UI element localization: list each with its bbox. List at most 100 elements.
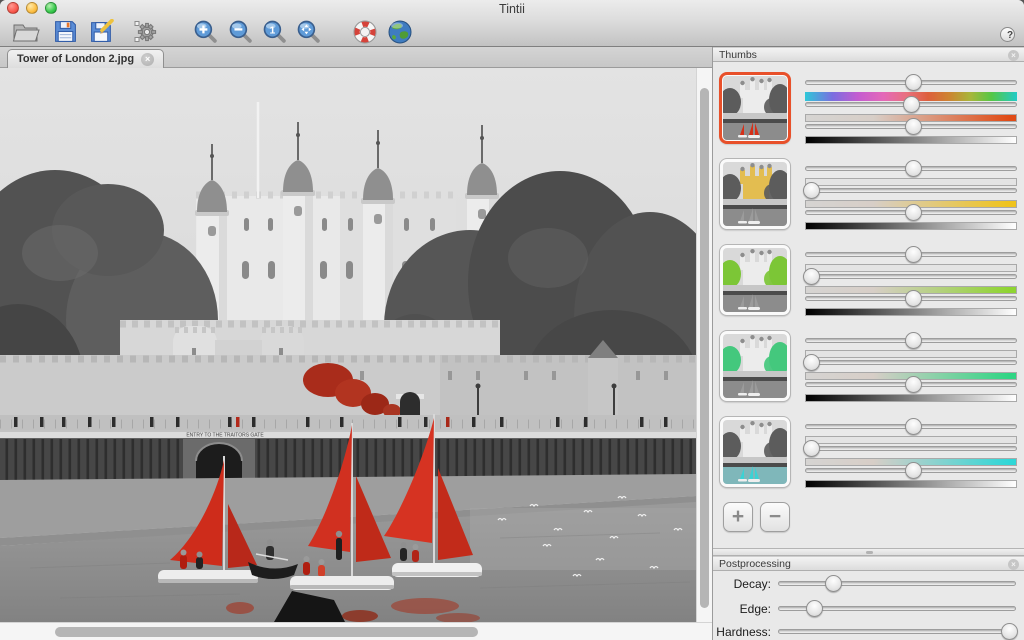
hue-slider[interactable]: [805, 418, 1017, 435]
lightness-slider[interactable]: [805, 376, 1017, 393]
lightness-slider-knob[interactable]: [905, 204, 922, 221]
photo-embankment: [0, 415, 696, 430]
zoom-out-button[interactable]: [225, 17, 256, 46]
hardness-label: Hardness:: [713, 625, 771, 639]
hardness-slider-row: Hardness:: [713, 623, 1024, 640]
postprocessing-panel: Decay: Edge: Hardness:: [713, 571, 1024, 640]
saturation-slider[interactable]: [805, 182, 1017, 199]
lightness-slider[interactable]: [805, 290, 1017, 307]
lightness-slider[interactable]: [805, 118, 1017, 135]
saturation-slider[interactable]: [805, 354, 1017, 371]
website-globe-button[interactable]: [384, 17, 415, 46]
settings-button[interactable]: [130, 17, 161, 46]
panel-splitter[interactable]: [713, 548, 1024, 556]
save-floppy-icon: [53, 19, 78, 44]
help-lifebuoy-button[interactable]: [349, 17, 380, 46]
lightness-slider[interactable]: [805, 204, 1017, 221]
globe-icon: [387, 19, 413, 45]
decay-label: Decay:: [713, 577, 771, 591]
svg-text:1: 1: [270, 26, 276, 37]
zoom-actual-button[interactable]: 1: [259, 17, 290, 46]
horizontal-scrollbar[interactable]: [0, 622, 712, 640]
thumb-preview[interactable]: [719, 330, 791, 402]
zoom-in-button[interactable]: [190, 17, 221, 46]
saturation-slider-knob[interactable]: [803, 440, 820, 457]
remove-thumb-button[interactable]: −: [760, 502, 790, 532]
save-button[interactable]: [50, 17, 81, 46]
hue-slider[interactable]: [805, 74, 1017, 91]
hue-slider-knob[interactable]: [905, 74, 922, 91]
edge-slider-row: Edge:: [713, 600, 1024, 617]
magnifier-fit-icon: [296, 19, 321, 44]
hue-slider-knob[interactable]: [905, 160, 922, 177]
lightness-slider-knob[interactable]: [905, 376, 922, 393]
tab-label: Tower of London 2.jpg: [17, 53, 134, 65]
thumb-preview-image: [723, 248, 787, 312]
zoom-fit-button[interactable]: [293, 17, 324, 46]
tab-close-icon[interactable]: ×: [141, 53, 154, 66]
hue-slider[interactable]: [805, 246, 1017, 263]
save-as-floppy-pencil-icon: [89, 19, 114, 44]
magnifier-one-icon: 1: [262, 19, 287, 44]
magnifier-minus-icon: [228, 19, 253, 44]
vertical-scrollbar[interactable]: [696, 68, 712, 622]
thumbs-panel-header: Thumbs ×: [713, 47, 1024, 62]
thumb-preview[interactable]: [719, 244, 791, 316]
thumb-preview[interactable]: [719, 158, 791, 230]
saturation-slider-track[interactable]: [805, 360, 1017, 365]
hardness-slider-knob[interactable]: [1001, 623, 1018, 640]
saturation-slider[interactable]: [805, 268, 1017, 285]
lifebuoy-icon: [352, 19, 378, 45]
lightness-gradient-strip: [805, 136, 1017, 144]
thumb-entry: [719, 72, 1019, 148]
saturation-slider-knob[interactable]: [803, 182, 820, 199]
hue-slider-knob[interactable]: [905, 418, 922, 435]
decay-slider-track[interactable]: [778, 581, 1016, 586]
help-button[interactable]: ?: [1000, 27, 1015, 42]
save-as-button[interactable]: [86, 17, 117, 46]
postprocessing-panel-header: Postprocessing ×: [713, 556, 1024, 571]
thumb-entry: [719, 244, 1019, 320]
image-canvas[interactable]: ENTRY TO THE TRAITORS GATE: [0, 68, 712, 640]
horizontal-scrollbar-thumb[interactable]: [55, 627, 478, 637]
saturation-slider-track[interactable]: [805, 446, 1017, 451]
photo-wharf: ENTRY TO THE TRAITORS GATE: [0, 430, 696, 439]
saturation-slider-knob[interactable]: [803, 354, 820, 371]
lightness-gradient-strip: [805, 308, 1017, 316]
window-title: Tintii: [0, 2, 1024, 16]
magnifier-plus-icon: [193, 19, 218, 44]
saturation-slider[interactable]: [805, 96, 1017, 113]
hue-slider-knob[interactable]: [905, 332, 922, 349]
thumb-preview-image: [723, 334, 787, 398]
hardness-slider-track[interactable]: [778, 629, 1016, 634]
lightness-slider[interactable]: [805, 462, 1017, 479]
thumb-preview[interactable]: [719, 72, 791, 144]
hue-slider[interactable]: [805, 160, 1017, 177]
side-panel: Thumbs ×: [712, 47, 1024, 640]
saturation-slider[interactable]: [805, 440, 1017, 457]
vertical-scrollbar-thumb[interactable]: [700, 88, 709, 608]
tab-tower-of-london[interactable]: Tower of London 2.jpg ×: [7, 49, 164, 68]
decay-slider-knob[interactable]: [825, 575, 842, 592]
decay-slider-row: Decay:: [713, 575, 1024, 592]
thumbs-panel-close-icon[interactable]: ×: [1008, 50, 1019, 61]
thumb-preview[interactable]: [719, 416, 791, 488]
postprocessing-panel-close-icon[interactable]: ×: [1008, 559, 1019, 570]
hue-slider[interactable]: [805, 332, 1017, 349]
lightness-slider-knob[interactable]: [905, 462, 922, 479]
postprocessing-panel-title: Postprocessing: [719, 558, 791, 570]
saturation-slider-knob[interactable]: [803, 268, 820, 285]
saturation-slider-track[interactable]: [805, 274, 1017, 279]
add-thumb-button[interactable]: +: [723, 502, 753, 532]
saturation-slider-knob[interactable]: [903, 96, 920, 113]
saturation-slider-track[interactable]: [805, 188, 1017, 193]
hue-slider-knob[interactable]: [905, 246, 922, 263]
thumb-preview-image: [723, 76, 787, 140]
open-button[interactable]: [10, 17, 41, 46]
lightness-slider-knob[interactable]: [905, 290, 922, 307]
edge-slider-knob[interactable]: [806, 600, 823, 617]
gears-icon: [132, 18, 160, 46]
tab-bar: Tower of London 2.jpg ×: [0, 47, 712, 68]
lightness-slider-knob[interactable]: [905, 118, 922, 135]
toolbar: 1: [0, 16, 1024, 47]
